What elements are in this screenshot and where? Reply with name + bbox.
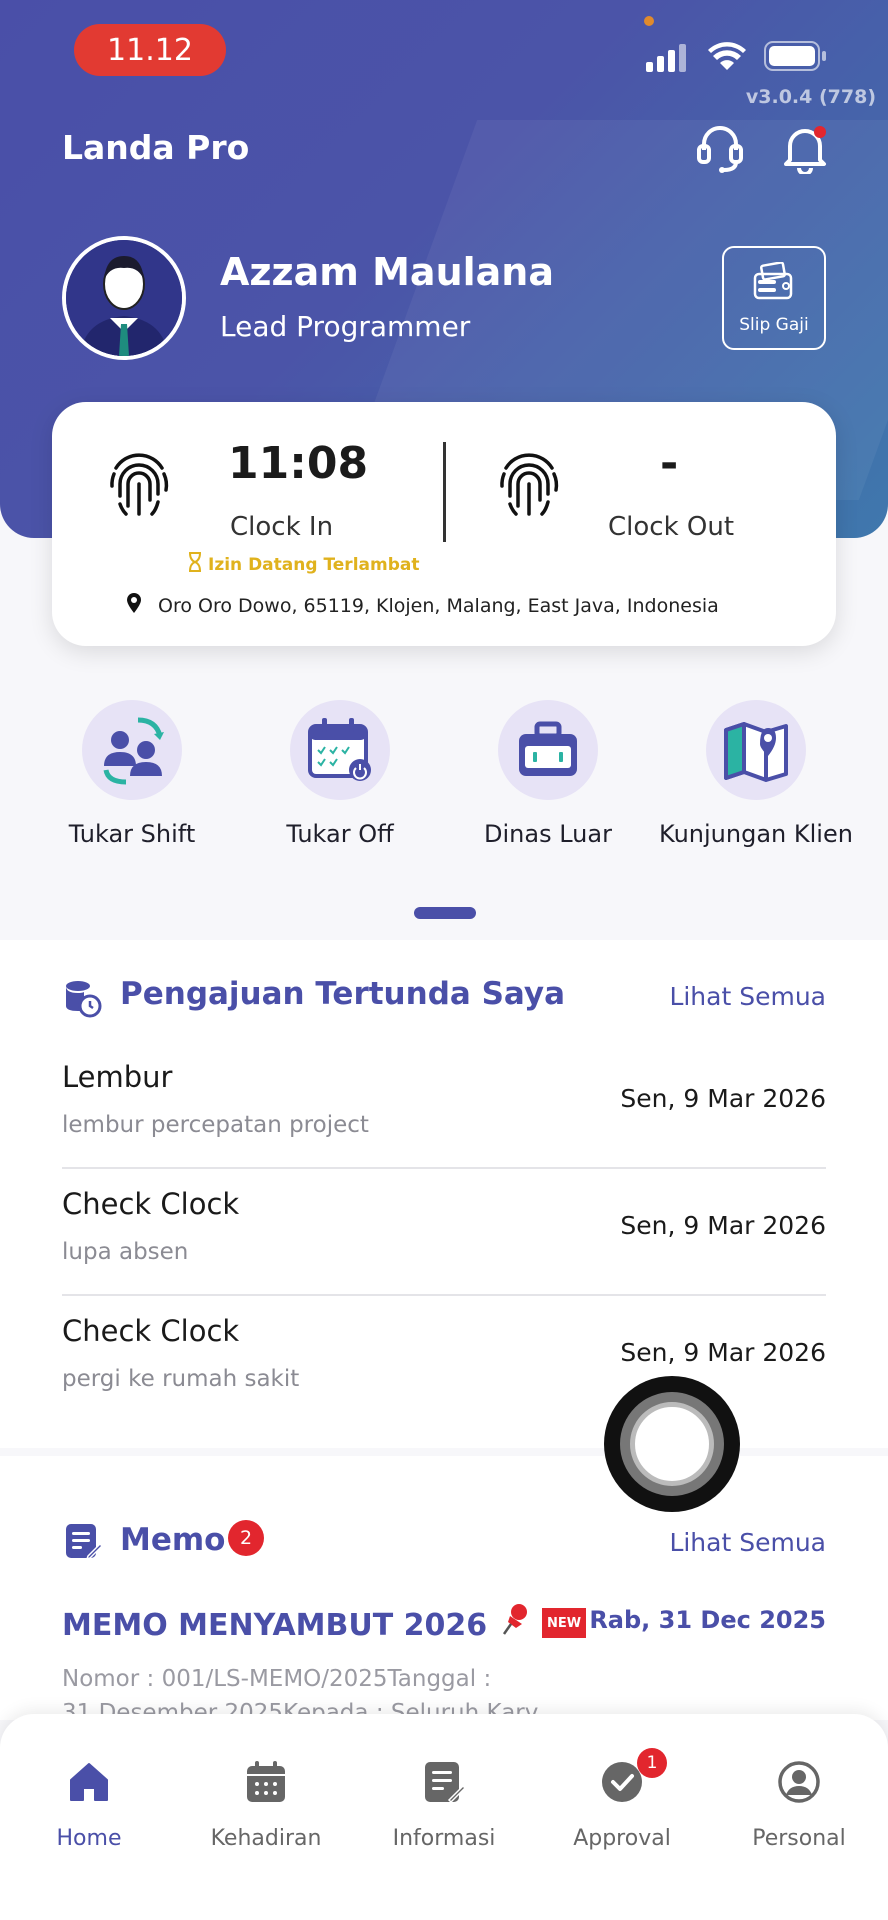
calendar-icon	[177, 1754, 355, 1810]
wifi-icon	[708, 42, 746, 76]
nav-informasi[interactable]: Informasi	[355, 1754, 533, 1851]
slip-gaji-button[interactable]: Slip Gaji	[722, 246, 826, 350]
late-note-text: Izin Datang Terlambat	[208, 554, 420, 575]
memo-count-badge: 2	[228, 1520, 264, 1556]
status-icons	[646, 40, 828, 76]
location-row: Oro Oro Dowo, 65119, Klojen, Malang, Eas…	[126, 592, 719, 619]
home-icon	[0, 1754, 178, 1810]
nav-personal[interactable]: Personal	[710, 1754, 888, 1851]
user-name: Azzam Maulana	[220, 250, 554, 294]
nav-approval[interactable]: 1 Approval	[533, 1748, 711, 1851]
nav-label: Personal	[752, 1826, 846, 1851]
attendance-card: 11:08 Clock In - Clock Out Izin Datang T…	[52, 402, 836, 646]
late-permission-note: Izin Datang Terlambat	[188, 552, 419, 577]
check-circle-icon	[533, 1754, 711, 1810]
privacy-indicator-dot	[644, 16, 654, 26]
assistive-touch-button[interactable]	[604, 1376, 740, 1512]
user-role: Lead Programmer	[220, 310, 471, 343]
approval-count-badge: 1	[637, 1748, 667, 1778]
map-pin-icon	[706, 700, 806, 800]
clock-out-label: Clock Out	[608, 512, 735, 542]
clock-in-label: Clock In	[230, 512, 334, 542]
briefcase-icon	[498, 700, 598, 800]
memo-document-icon	[64, 1522, 104, 1564]
row-subtitle: lembur percepatan project	[62, 1112, 369, 1138]
calendar-check-icon	[290, 700, 390, 800]
app-title: Landa Pro	[62, 128, 250, 167]
nav-home[interactable]: Home	[0, 1754, 178, 1851]
nav-label: Informasi	[392, 1826, 496, 1851]
menu-tukar-off[interactable]: Tukar Off	[240, 700, 440, 848]
row-date: Sen, 9 Mar 2026	[620, 1084, 826, 1113]
row-title: Check Clock	[62, 1187, 240, 1221]
nav-label: Kehadiran	[210, 1826, 322, 1851]
row-title: Check Clock	[62, 1314, 240, 1348]
pending-db-clock-icon	[62, 978, 102, 1022]
row-title: Lembur	[62, 1060, 173, 1094]
status-time: 11.12	[74, 24, 226, 76]
swap-users-icon	[82, 700, 182, 800]
nav-kehadiran[interactable]: Kehadiran	[177, 1754, 355, 1851]
row-subtitle: pergi ke rumah sakit	[62, 1366, 300, 1392]
wallet-icon	[752, 260, 796, 307]
list-item[interactable]: Check Clock lupa absen Sen, 9 Mar 2026	[62, 1169, 826, 1296]
pending-title: Pengajuan Tertunda Saya	[120, 976, 566, 1012]
fingerprint-clock-in-icon[interactable]	[106, 446, 172, 522]
clock-out-time: -	[660, 438, 679, 489]
menu-label: Tukar Shift	[68, 820, 196, 848]
signal-icon	[646, 44, 690, 76]
bottom-navigation: Home Kehadiran Informasi 1 Approval Pers…	[0, 1714, 888, 1920]
menu-kunjungan-klien[interactable]: Kunjungan Klien	[656, 700, 856, 848]
support-icon[interactable]	[696, 124, 744, 178]
notification-bell-icon[interactable]	[782, 124, 828, 178]
memo-section: Memo 2 Lihat Semua MEMO MENYAMBUT 2026 N…	[0, 1456, 888, 1726]
info-document-icon	[355, 1754, 533, 1810]
battery-icon	[764, 40, 828, 76]
pending-requests-section: Pengajuan Tertunda Saya Lihat Semua Lemb…	[0, 940, 888, 1448]
memo-item-date: Rab, 31 Dec 2025	[589, 1606, 826, 1634]
row-date: Sen, 9 Mar 2026	[620, 1211, 826, 1240]
memo-item-title[interactable]: MEMO MENYAMBUT 2026	[62, 1608, 487, 1643]
row-subtitle: lupa absen	[62, 1239, 189, 1265]
fingerprint-clock-out-icon[interactable]	[496, 446, 562, 522]
clock-in-time: 11:08	[228, 438, 369, 489]
page-indicator	[414, 907, 476, 919]
user-circle-icon	[710, 1754, 888, 1810]
new-badge: NEW	[542, 1608, 586, 1638]
clock-divider	[443, 442, 446, 542]
pending-see-all-link[interactable]: Lihat Semua	[669, 982, 826, 1011]
slip-gaji-label: Slip Gaji	[739, 314, 809, 335]
location-pin-icon	[126, 592, 142, 619]
memo-body-line: Nomor : 001/LS-MEMO/2025Tanggal :	[62, 1666, 492, 1692]
memo-see-all-link[interactable]: Lihat Semua	[669, 1528, 826, 1557]
memo-title: Memo	[120, 1522, 226, 1558]
location-text: Oro Oro Dowo, 65119, Klojen, Malang, Eas…	[158, 594, 719, 617]
app-version: v3.0.4 (778)	[745, 86, 876, 108]
menu-tukar-shift[interactable]: Tukar Shift	[32, 700, 232, 848]
pushpin-icon	[502, 1602, 530, 1640]
menu-label: Kunjungan Klien	[659, 820, 853, 848]
menu-label: Tukar Off	[286, 820, 394, 848]
list-item[interactable]: Lembur lembur percepatan project Sen, 9 …	[62, 1042, 826, 1169]
hourglass-icon	[188, 552, 202, 577]
menu-label: Dinas Luar	[484, 820, 612, 848]
row-date: Sen, 9 Mar 2026	[620, 1338, 826, 1367]
nav-label: Approval	[573, 1826, 671, 1851]
avatar[interactable]	[62, 236, 186, 360]
menu-dinas-luar[interactable]: Dinas Luar	[448, 700, 648, 848]
nav-label: Home	[56, 1826, 122, 1851]
